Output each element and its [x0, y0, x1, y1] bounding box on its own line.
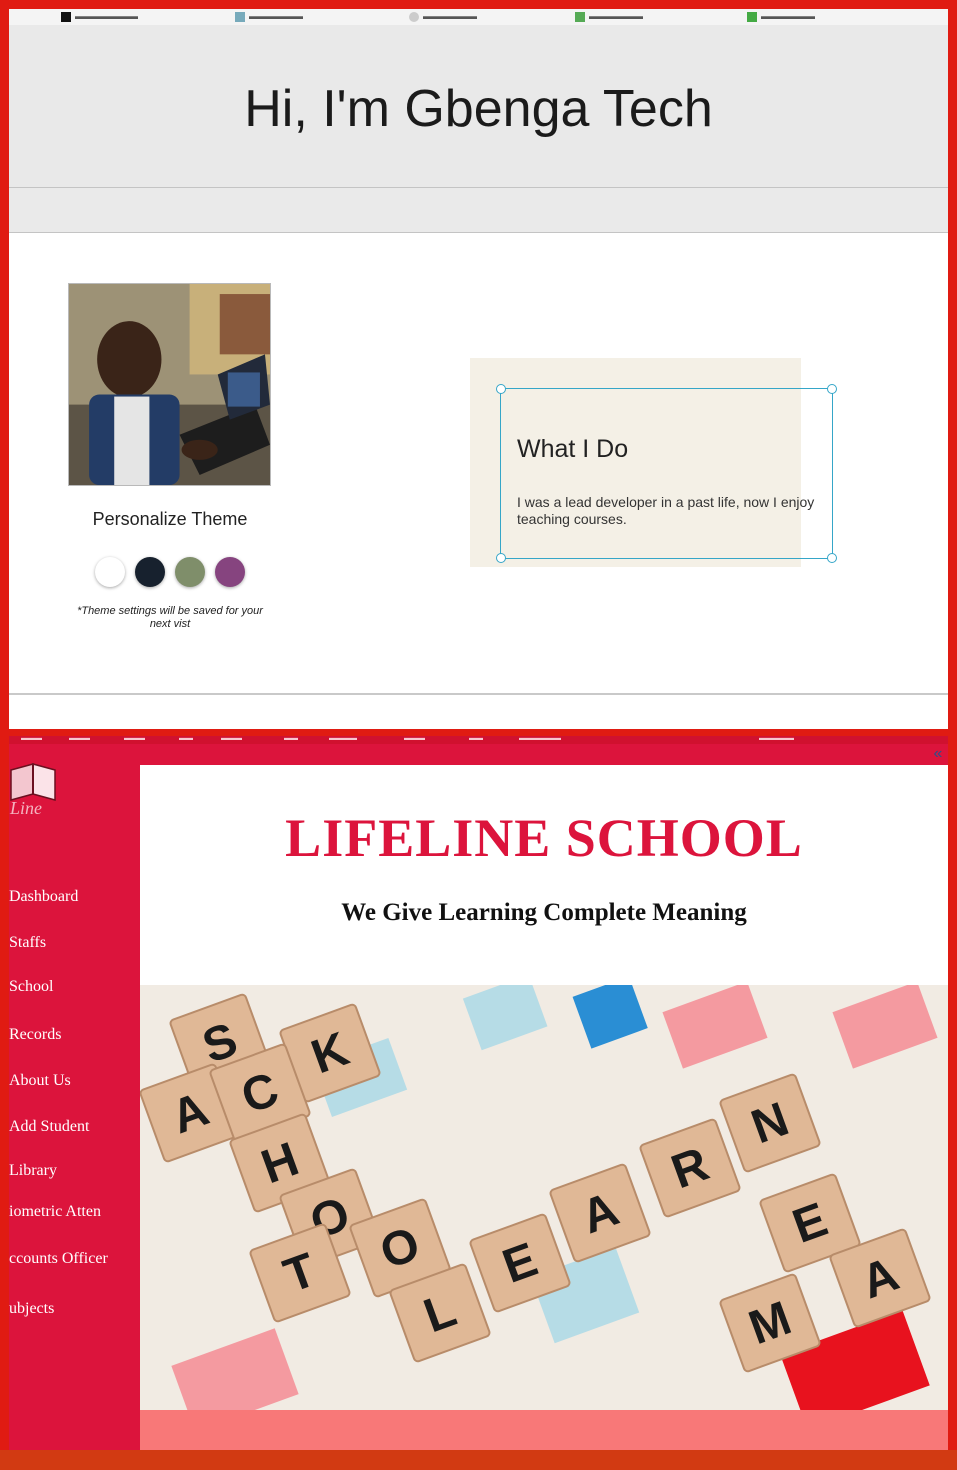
bookmark-item[interactable]: ▬▬▬▬▬▬▬ [61, 11, 138, 22]
resize-handle[interactable] [827, 553, 837, 563]
nav-about-us[interactable]: About Us [9, 1072, 71, 1090]
profile-photo-illustration [69, 284, 270, 485]
nav-add-student[interactable]: Add Student [9, 1118, 89, 1136]
footer-bar [140, 1410, 948, 1450]
portfolio-window: ▬▬▬▬▬▬▬ ▬▬▬▬▬▬ ▬▬▬▬▬▬ ▬▬▬▬▬▬ ▬▬▬▬▬▬ Hi, … [9, 9, 948, 729]
nav-biometric-attendance[interactable]: iometric Atten [9, 1203, 101, 1221]
resize-handle[interactable] [496, 553, 506, 563]
school-app-window: ▬▬▬ ▬▬▬ ▬▬▬ ▬▬ ▬▬▬ ▬▬ ▬▬▬▬ ▬▬▬ ▬▬ ▬▬▬▬▬▬ ▬▬▬▬▬ … [9, 736, 948, 1450]
svg-text:Line: Line [9, 798, 42, 818]
what-i-do-text: I was a lead developer in a past life, n… [517, 494, 815, 527]
theme-swatch-navy[interactable] [135, 557, 165, 587]
theme-swatch-white[interactable] [95, 557, 125, 587]
profile-photo [68, 283, 271, 486]
bookmarks-bar: ▬▬▬▬▬▬▬ ▬▬▬▬▬▬ ▬▬▬▬▬▬ ▬▬▬▬▬▬ ▬▬▬▬▬▬ [9, 9, 948, 25]
nav-accounts-officer[interactable]: ccounts Officer [9, 1250, 108, 1268]
school-name: LIFELINE SCHOOL [285, 808, 803, 868]
divider [9, 693, 948, 695]
nav-records[interactable]: Records [9, 1026, 61, 1044]
personalize-theme-title: Personalize Theme [92, 509, 248, 529]
window-edge [0, 1450, 957, 1470]
what-i-do-card[interactable]: What I Do I was a lead developer in a pa… [496, 384, 837, 563]
school-tagline: We Give Learning Complete Meaning [341, 899, 747, 926]
what-i-do-title: What I Do [517, 435, 629, 463]
main-content: LIFELINE SCHOOL We Give Learning Complet… [140, 765, 948, 1450]
nav-strip [9, 188, 948, 233]
banner-image: SKACHOTOLEARNEMA [140, 985, 948, 1410]
book-logo-icon: Line [9, 763, 56, 818]
hero-title: Hi, I'm Gbenga Tech [244, 80, 713, 138]
collapse-sidebar-icon[interactable]: « [928, 745, 948, 763]
nav-library[interactable]: Library [9, 1162, 57, 1180]
nav-staffs[interactable]: Staffs [9, 934, 46, 952]
resize-handle[interactable] [827, 384, 837, 394]
hero-header: Hi, I'm Gbenga Tech [9, 25, 948, 188]
theme-swatch-sage[interactable] [175, 557, 205, 587]
bookmark-item[interactable]: ▬▬▬▬▬▬ [409, 11, 477, 22]
nav-subjects[interactable]: ubjects [9, 1300, 54, 1318]
theme-swatches [95, 557, 255, 589]
nav-school[interactable]: School [9, 978, 53, 996]
menu-bar: ▬▬▬ ▬▬▬ ▬▬▬ ▬▬ ▬▬▬ ▬▬ ▬▬▬▬ ▬▬▬ ▬▬ ▬▬▬▬▬▬ ▬▬▬▬▬ [9, 736, 948, 744]
sidebar: Line Dashboard Staffs School Records Abo… [9, 744, 140, 1450]
bookmark-item[interactable]: ▬▬▬▬▬▬ [235, 11, 303, 22]
scrabble-tiles-illustration: S KA CHOT OLEARNEMA [140, 985, 948, 1410]
theme-swatch-plum[interactable] [215, 557, 245, 587]
theme-note: *Theme settings will be saved for your n… [77, 605, 263, 630]
bookmark-item[interactable]: ▬▬▬▬▬▬ [747, 11, 815, 22]
school-logo: Line [9, 760, 73, 818]
bookmark-item[interactable]: ▬▬▬▬▬▬ [575, 11, 643, 22]
nav-dashboard[interactable]: Dashboard [9, 888, 78, 906]
resize-handle[interactable] [496, 384, 506, 394]
